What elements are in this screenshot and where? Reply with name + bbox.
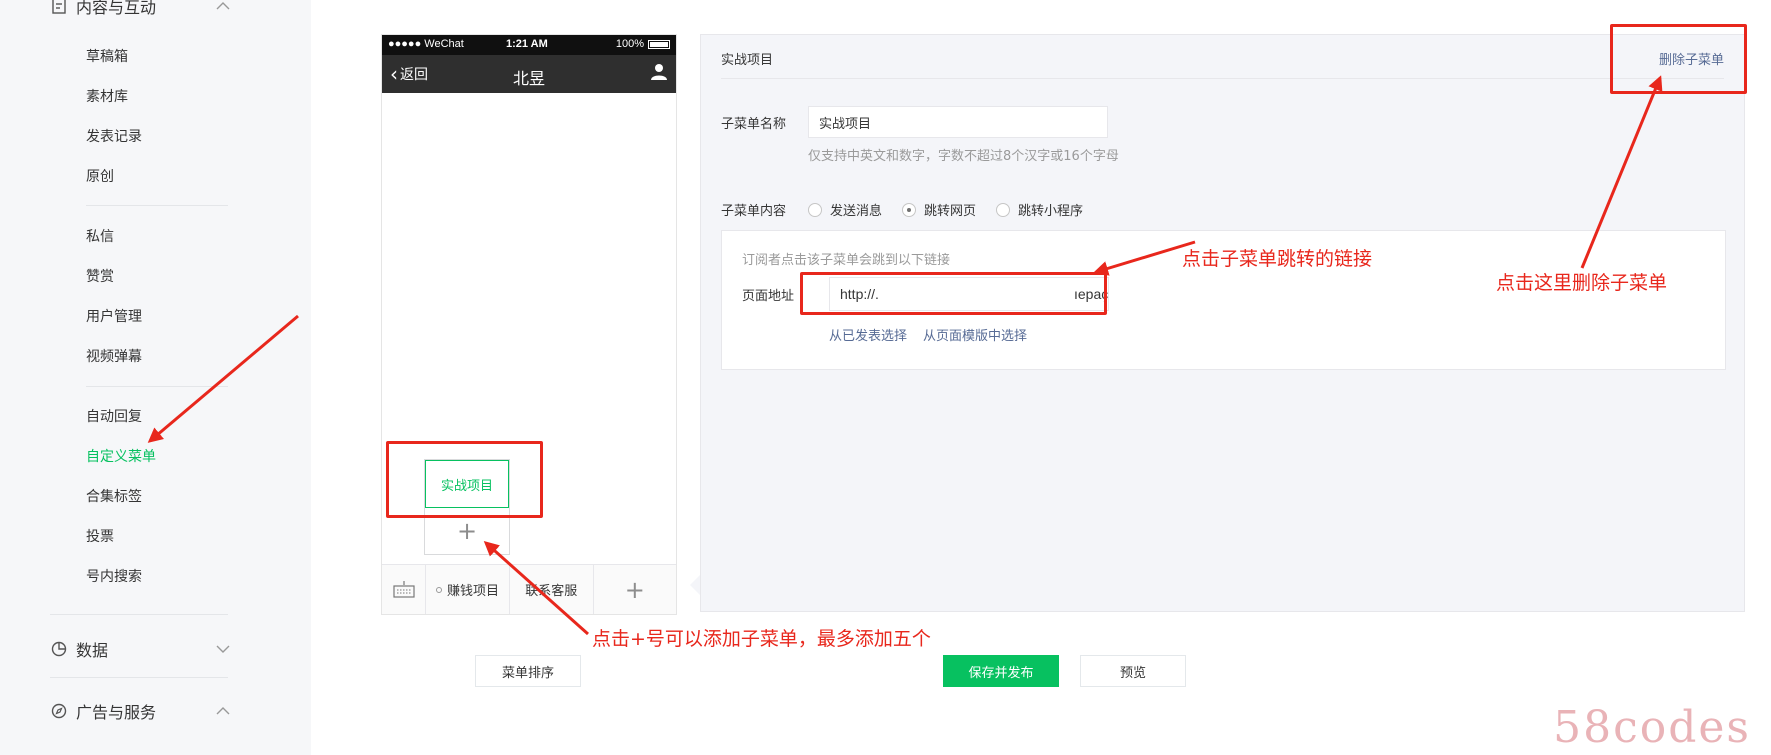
editor-title: 实战项目 [721,53,774,68]
time-label: 1:21 AM [506,38,548,50]
radio-label: 发送消息 [830,204,883,219]
sidebar-divider [50,614,228,615]
annotation-delete-note: 点击这里删除子菜单 [1496,272,1668,294]
sub-menu-name-input[interactable] [808,106,1108,138]
sidebar-item-danmaku[interactable]: 视频弹幕 [86,346,142,366]
radio-circle-selected [902,202,916,217]
phone-nav-bar: ‹ 返回 北昱 [382,55,676,93]
name-hint: 仅支持中英文和数字，字数不超过8个汉字或16个字母 [808,149,1119,164]
sidebar-divider [86,205,228,206]
radio-circle [996,202,1010,217]
sidebar-item-materials[interactable]: 素材库 [86,86,128,106]
sidebar-group-content[interactable]: 内容与互动 [50,0,230,18]
battery-indicator: 100% [616,38,670,50]
phone-menu-bar: 赚钱项目 联系客服 + [382,564,676,614]
select-from-template-link[interactable]: 从页面模版中选择 [923,325,1027,344]
radio-circle [808,202,822,217]
radio-mini-program[interactable]: 跳转小程序 [996,200,1083,219]
carrier-label: ●●●●● WeChat [388,38,464,50]
compass-icon [50,702,68,720]
radio-label: 跳转小程序 [1018,204,1084,219]
url-label: 页面地址 [742,289,795,304]
sidebar-group-label: 数据 [76,641,109,660]
sidebar-divider [86,386,228,387]
keyboard-icon[interactable] [382,565,426,614]
sidebar-item-search[interactable]: 号内搜索 [86,566,142,586]
sidebar-item-collections[interactable]: 合集标签 [86,486,142,506]
radio-label: 跳转网页 [924,204,977,219]
document-icon [50,0,68,15]
sidebar-item-users[interactable]: 用户管理 [86,306,142,326]
sidebar-group-label: 内容与互动 [76,0,157,17]
content-label: 子菜单内容 [721,204,787,219]
chevron-down-icon [216,642,230,657]
watermark: 58codes [1553,702,1751,753]
chevron-up-icon [216,704,230,719]
sidebar-item-custom-menu[interactable]: 自定义菜单 [86,446,156,466]
menu-item-label: 赚钱项目 [446,584,499,599]
phone-status-bar: ●●●●● WeChat 1:21 AM 100% [382,35,676,55]
sidebar-group-data[interactable]: 数据 [50,637,230,661]
chevron-up-icon [216,0,230,14]
sub-menu-editor: 实战项目 删除子菜单 子菜单名称 仅支持中英文和数字，字数不超过8个汉字或16个… [700,34,1745,612]
select-from-published-link[interactable]: 从已发表选择 [829,325,907,344]
sidebar-item-publish-records[interactable]: 发表记录 [86,126,142,146]
battery-icon [648,39,670,49]
annotation-box-delete [1610,24,1747,94]
menu-item-earn[interactable]: 赚钱项目 [426,565,510,614]
radio-send-message[interactable]: 发送消息 [808,200,882,219]
sort-menu-button[interactable]: 菜单排序 [475,655,581,687]
annotation-box-url [800,272,1107,315]
sidebar-item-auto-reply[interactable]: 自动回复 [86,406,142,426]
phone-title: 北昱 [512,69,545,88]
preview-button[interactable]: 预览 [1080,655,1186,687]
editor-header: 实战项目 删除子菜单 [721,49,1724,79]
pie-chart-icon [50,640,68,658]
sidebar-item-messages[interactable]: 私信 [86,226,114,246]
radio-open-webpage[interactable]: 跳转网页 [902,200,976,219]
sidebar-item-drafts[interactable]: 草稿箱 [86,46,128,66]
link-tip: 订阅者点击该子菜单会跳到以下链接 [742,253,951,268]
phone-preview: ●●●●● WeChat 1:21 AM 100% ‹ 返回 北昱 实战项目 +… [381,34,677,615]
battery-label: 100% [615,38,644,50]
sidebar-item-rewards[interactable]: 赞赏 [86,266,114,286]
add-menu-button[interactable]: + [594,565,677,614]
sidebar-divider [50,677,228,678]
sidebar-group-ads[interactable]: 广告与服务 [50,699,230,723]
annotation-link-note: 点击子菜单跳转的链接 [1182,248,1373,270]
menu-dot-icon [435,586,442,593]
annotation-box-sub-item [386,441,543,518]
editor-pointer [690,575,700,595]
annotation-add-note: 点击+号可以添加子菜单，最多添加五个 [592,628,931,650]
sidebar: 内容与互动 草稿箱 素材库 发表记录 原创 私信 赞赏 用户管理 视频弹幕 自动… [0,0,311,755]
sidebar-item-vote[interactable]: 投票 [86,526,114,546]
sidebar-group-label: 广告与服务 [76,703,157,722]
sidebar-item-original[interactable]: 原创 [86,166,114,186]
name-label: 子菜单名称 [721,117,787,132]
user-icon[interactable] [650,63,668,85]
save-publish-button[interactable]: 保存并发布 [943,655,1059,687]
menu-item-contact[interactable]: 联系客服 [510,565,594,614]
